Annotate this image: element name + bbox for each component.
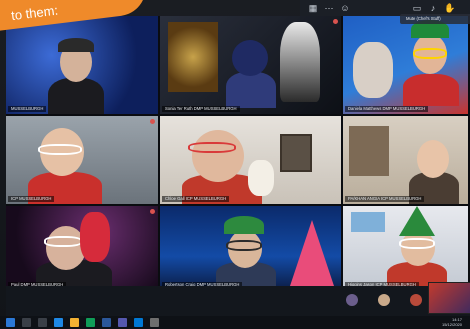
participant-silhouette xyxy=(48,78,104,114)
more-icon[interactable]: ⋯ xyxy=(324,3,334,13)
participant-name: ICP MUSSELBURGH xyxy=(8,196,55,202)
start-icon[interactable] xyxy=(6,318,15,327)
participant-name: PA/KHAN ANGIA ICP MUSSELBURGH xyxy=(345,196,425,202)
video-tile[interactable]: Chloe Gall ICP MUSSELBURGH xyxy=(160,116,341,204)
outlook-icon[interactable] xyxy=(134,318,143,327)
edge-icon[interactable] xyxy=(54,318,63,327)
participant-name: Daniela Matthews DMP MUSSELBURGH xyxy=(345,106,429,112)
windows-taskbar: 14:17 15/12/2020 xyxy=(0,316,470,329)
participant-face xyxy=(417,140,449,178)
caption-text: to them: xyxy=(10,2,59,24)
jack-skellington-figure xyxy=(280,22,320,102)
headset-icon xyxy=(58,38,94,52)
door-background xyxy=(349,126,389,176)
mic-muted-icon xyxy=(150,119,155,124)
novelty-glasses xyxy=(226,240,262,251)
avatar[interactable] xyxy=(346,294,358,306)
raise-hand-icon[interactable]: ✋ xyxy=(444,3,455,13)
participant-name: Sonia Ter Ruth DMP MUSSELBURGH xyxy=(162,106,240,112)
teams-icon[interactable] xyxy=(118,318,127,327)
christmas-tree-decor xyxy=(290,220,334,286)
participants-icon[interactable]: ☺ xyxy=(340,3,350,13)
novelty-glasses xyxy=(188,142,236,153)
novelty-glasses xyxy=(413,48,447,59)
novelty-glasses xyxy=(44,236,82,247)
snowman-toy xyxy=(248,160,274,196)
christmas-tree-hat xyxy=(399,206,435,236)
elf-hat xyxy=(224,216,264,234)
camera-icon[interactable]: ▭ xyxy=(412,3,422,13)
wall-picture xyxy=(280,134,312,172)
novelty-glasses xyxy=(399,238,435,249)
christmas-tree-decor xyxy=(168,22,218,92)
avatar[interactable] xyxy=(378,294,390,306)
word-icon[interactable] xyxy=(102,318,111,327)
participant-thumbnail[interactable] xyxy=(428,282,470,314)
task-view-icon[interactable] xyxy=(38,318,47,327)
excel-icon[interactable] xyxy=(86,318,95,327)
video-tile[interactable]: Paul DMP MUSSELBURGH xyxy=(6,206,158,290)
novelty-glasses xyxy=(38,144,82,155)
wall-poster xyxy=(351,212,385,232)
video-tile[interactable]: Daniela Matthews DMP MUSSELBURGH xyxy=(343,16,468,114)
system-tray[interactable]: 14:17 15/12/2020 xyxy=(441,317,462,327)
app-icon[interactable] xyxy=(150,318,159,327)
participant-name: Chloe Gall ICP MUSSELBURGH xyxy=(162,196,230,202)
reindeer-prop xyxy=(353,42,393,98)
video-tile[interactable]: Robertson Craig DMP MUSSELBURGH xyxy=(160,206,341,290)
video-grid: MUSSELBURGH Sonia Ter Ruth DMP MUSSELBUR… xyxy=(6,16,470,290)
folder-icon[interactable] xyxy=(70,318,79,327)
clock-date: 15/12/2020 xyxy=(441,321,462,327)
video-tile[interactable]: MUSSELBURGH xyxy=(6,16,158,114)
self-view-label: Mute (Chef's Stuff) xyxy=(400,14,470,24)
avatar[interactable] xyxy=(410,294,422,306)
video-tile[interactable]: ICP MUSSELBURGH xyxy=(6,116,158,204)
microphone-icon[interactable]: ♪ xyxy=(428,3,438,13)
grid-view-icon[interactable]: ▦ xyxy=(308,3,318,13)
video-tile[interactable]: PA/KHAN ANGIA ICP MUSSELBURGH xyxy=(343,116,468,204)
character-mask xyxy=(80,212,110,262)
participant-silhouette xyxy=(226,72,276,108)
participant-silhouette xyxy=(403,74,459,106)
participant-face xyxy=(192,130,244,182)
mic-muted-icon xyxy=(333,19,338,24)
video-tile[interactable]: Sonia Ter Ruth DMP MUSSELBURGH xyxy=(160,16,341,114)
participant-face xyxy=(232,40,268,76)
search-icon[interactable] xyxy=(22,318,31,327)
video-tile[interactable]: Higgins Jason ICP MUSSELBURGH xyxy=(343,206,468,290)
participant-name: MUSSELBURGH xyxy=(8,106,47,112)
participant-strip xyxy=(6,286,470,316)
mic-muted-icon xyxy=(150,209,155,214)
